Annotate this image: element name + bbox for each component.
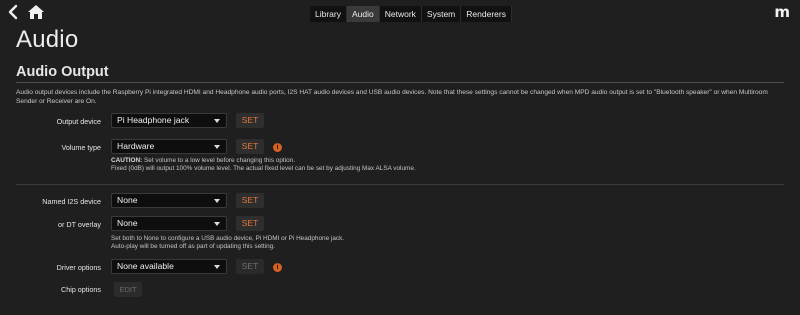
tab-renderers[interactable]: Renderers — [461, 6, 512, 22]
caret-down-icon — [214, 199, 220, 203]
named-i2s-select[interactable]: None — [111, 193, 227, 208]
section-divider-2 — [16, 184, 784, 185]
volume-type-label: Volume type — [61, 143, 101, 152]
tab-library[interactable]: Library — [310, 6, 347, 22]
output-device-select[interactable]: Pi Headphone jack — [111, 113, 227, 128]
dt-overlay-help-line1: Set both to None to configure a USB audi… — [111, 235, 345, 242]
dt-overlay-help-line2: Auto-play will be turned off as part of … — [111, 243, 276, 250]
volume-type-caution: CAUTION: Set volume to a low level befor… — [111, 157, 416, 165]
output-device-value: Pi Headphone jack — [117, 115, 190, 125]
dt-overlay-select[interactable]: None — [111, 216, 227, 231]
caret-down-icon — [214, 265, 220, 269]
volume-type-help-line2: Fixed (0dB) will output 100% volume leve… — [111, 165, 416, 172]
section-title: Audio Output — [16, 64, 109, 80]
main-tabs: Library Audio Network System Renderers — [310, 6, 512, 22]
caret-down-icon — [214, 145, 220, 149]
volume-type-set-button[interactable]: SET — [236, 139, 264, 154]
output-device-label: Output device — [56, 117, 101, 126]
back-chevron-icon[interactable] — [6, 4, 20, 20]
chip-options-label: Chip options — [61, 285, 101, 294]
dt-overlay-set-button[interactable]: SET — [236, 216, 264, 231]
named-i2s-label: Named I2S device — [42, 197, 101, 206]
dt-overlay-value: None — [117, 218, 138, 228]
volume-type-help: CAUTION: Set volume to a low level befor… — [111, 157, 416, 173]
app-logo[interactable]: m — [774, 3, 790, 21]
volume-type-select[interactable]: Hardware — [111, 139, 227, 154]
dt-overlay-help: Set both to None to configure a USB audi… — [111, 235, 344, 251]
tab-audio[interactable]: Audio — [346, 6, 380, 22]
caution-text: Set volume to a low level before changin… — [142, 157, 296, 164]
driver-options-label: Driver options — [56, 263, 101, 272]
top-bar: Library Audio Network System Renderers m — [0, 0, 800, 26]
section-divider — [16, 82, 784, 83]
driver-options-set-button[interactable]: SET — [236, 259, 264, 274]
named-i2s-value: None — [117, 195, 138, 205]
driver-options-select[interactable]: None available — [111, 259, 227, 274]
home-icon[interactable] — [27, 4, 45, 20]
tab-system[interactable]: System — [421, 6, 462, 22]
chip-options-edit-button[interactable]: EDIT — [114, 282, 142, 297]
output-device-set-button[interactable]: SET — [236, 113, 264, 128]
driver-options-value: None available — [117, 261, 174, 271]
caution-label: CAUTION: — [111, 157, 143, 164]
caret-down-icon — [214, 222, 220, 226]
page-title: Audio — [16, 26, 79, 53]
section-description: Audio output devices include the Raspber… — [16, 89, 768, 105]
volume-type-value: Hardware — [117, 141, 155, 151]
dt-overlay-label: or DT overlay — [57, 220, 101, 229]
info-icon[interactable]: i — [273, 263, 282, 272]
named-i2s-set-button[interactable]: SET — [236, 193, 264, 208]
info-icon[interactable]: i — [273, 143, 282, 152]
caret-down-icon — [214, 119, 220, 123]
tab-network[interactable]: Network — [379, 6, 422, 22]
